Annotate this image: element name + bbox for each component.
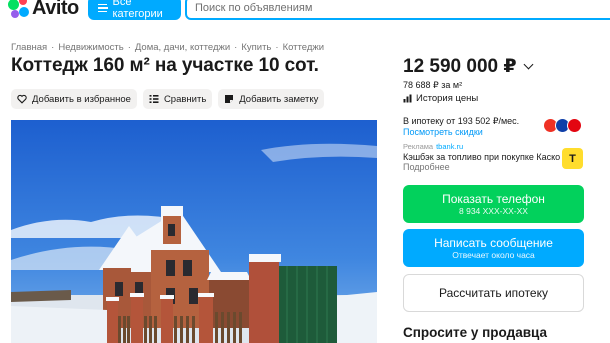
show-phone-label: Показать телефон <box>442 191 545 206</box>
ad-more-link[interactable]: Подробнее <box>403 162 450 172</box>
all-categories-button[interactable]: Все категории <box>88 0 181 20</box>
show-phone-button[interactable]: Показать телефон 8 934 XXX-XX-XX <box>403 185 584 223</box>
avito-logo[interactable]: Avito <box>8 0 79 20</box>
add-to-favorites-label: Добавить в избранное <box>32 93 131 105</box>
compare-button[interactable]: Сравнить <box>142 89 213 109</box>
ask-seller-heading: Спросите у продавца <box>403 325 547 340</box>
bank-icons <box>543 118 582 133</box>
compare-icon <box>149 95 159 103</box>
ad-label: Реклама tbank.ru <box>403 142 463 151</box>
breadcrumb-cottages[interactable]: Коттеджи <box>283 42 324 53</box>
add-note-label: Добавить заметку <box>239 93 319 105</box>
breadcrumb-separator: · <box>127 42 131 53</box>
reply-time: Отвечает около часа <box>452 249 535 260</box>
calculate-mortgage-button[interactable]: Рассчитать ипотеку <box>403 274 584 312</box>
breadcrumb-buy[interactable]: Купить <box>241 42 271 53</box>
breadcrumb-realty[interactable]: Недвижимость <box>58 42 123 53</box>
breadcrumb-home[interactable]: Главная <box>11 42 47 53</box>
bank-icon <box>567 118 582 133</box>
listing-photo[interactable] <box>11 120 377 343</box>
price-value: 12 590 000 ₽ <box>403 56 517 77</box>
logo-text: Avito <box>32 0 79 19</box>
breadcrumb-separator: · <box>234 42 238 53</box>
phone-number-masked: 8 934 XXX-XX-XX <box>459 205 528 216</box>
price-history-link[interactable]: История цены <box>403 93 478 104</box>
note-icon <box>225 95 234 103</box>
menu-icon <box>98 4 109 12</box>
write-message-label: Написать сообщение <box>434 235 553 250</box>
view-discounts-link[interactable]: Посмотреть скидки <box>403 127 483 137</box>
ad-label-text: Реклама <box>403 142 434 151</box>
breadcrumb-separator: · <box>51 42 55 53</box>
breadcrumb-separator: · <box>275 42 279 53</box>
ad-domain[interactable]: tbank.ru <box>436 142 463 151</box>
cottage-photo-image <box>11 120 377 343</box>
heart-icon <box>17 94 27 104</box>
chevron-down-icon[interactable] <box>523 59 534 70</box>
mortgage-offer: В ипотеку от 193 502 ₽/мес. <box>403 116 520 126</box>
chart-icon <box>403 94 412 103</box>
tbank-logo-letter: T <box>569 152 576 165</box>
price[interactable]: 12 590 000 ₽ <box>403 55 534 78</box>
breadcrumb-houses[interactable]: Дома, дачи, коттеджи <box>135 42 230 53</box>
price-per-meter: 78 688 ₽ за м² <box>403 80 463 90</box>
search-placeholder: Поиск по объявлениям <box>195 2 313 14</box>
add-to-favorites-button[interactable]: Добавить в избранное <box>11 89 137 109</box>
search-input[interactable]: Поиск по объявлениям <box>185 0 610 20</box>
ad-text[interactable]: Кэшбэк за топливо при покупке Каско <box>403 152 560 162</box>
compare-label: Сравнить <box>163 93 207 105</box>
breadcrumb: Главная · Недвижимость · Дома, дачи, котте… <box>11 42 324 53</box>
listing-actions: Добавить в избранное Сравнить Добавить з… <box>11 89 325 109</box>
calculate-mortgage-label: Рассчитать ипотеку <box>439 286 548 300</box>
price-history-label: История цены <box>416 93 479 104</box>
add-note-button[interactable]: Добавить заметку <box>218 89 325 109</box>
all-categories-label: Все категории <box>112 0 163 20</box>
tbank-logo-icon[interactable]: T <box>562 148 583 169</box>
page-title: Коттедж 160 м² на участке 10 сот. <box>11 55 319 76</box>
avito-logo-icon <box>8 0 30 19</box>
write-message-button[interactable]: Написать сообщение Отвечает около часа <box>403 229 584 267</box>
